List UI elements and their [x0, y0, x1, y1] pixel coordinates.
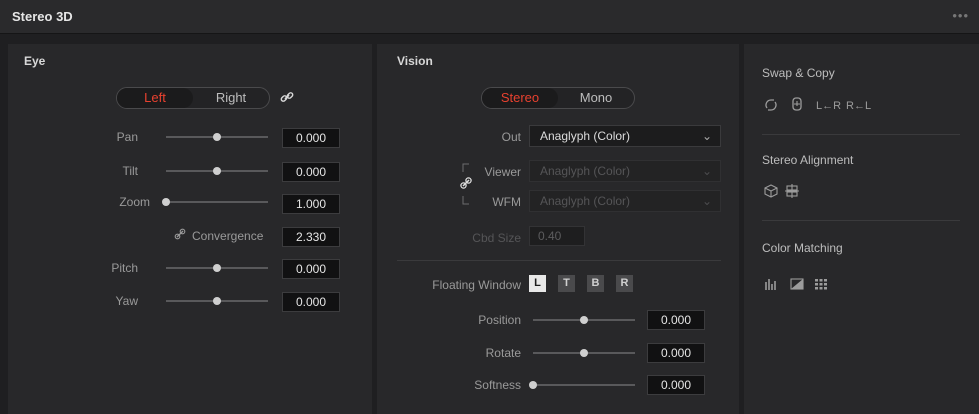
viewer-dropdown[interactable]: Anaglyph (Color) ⌄ [529, 160, 721, 182]
chevron-down-icon: ⌄ [701, 164, 712, 178]
color-match-grid-icon[interactable] [814, 278, 828, 290]
eye-toggle: Left Right [116, 87, 270, 109]
vision-section-title: Vision [397, 54, 433, 68]
position-slider-knob[interactable] [580, 316, 588, 324]
softness-slider[interactable] [529, 381, 635, 389]
eye-left-option[interactable]: Left [117, 88, 193, 108]
yaw-label: Yaw [115, 294, 138, 308]
tilt-slider[interactable] [166, 167, 268, 175]
zoom-label: Zoom [119, 195, 150, 209]
eye-panel: Eye Left Right Pan 0.000 Tilt 0.000 Zoom… [8, 44, 372, 414]
floating-window-right-button[interactable]: R [616, 275, 633, 292]
color-matching-title: Color Matching [762, 241, 843, 255]
softness-label: Softness [474, 378, 521, 392]
link-icon[interactable] [280, 90, 294, 104]
color-match-gradient-icon[interactable] [790, 278, 804, 290]
floating-window-label: Floating Window [432, 278, 521, 292]
vision-divider [397, 260, 721, 261]
auto-align-cube-icon[interactable] [764, 184, 778, 198]
tilt-label: Tilt [122, 164, 138, 178]
tilt-value-field[interactable]: 0.000 [282, 162, 340, 182]
softness-value-field[interactable]: 0.000 [647, 375, 705, 395]
pitch-slider-knob[interactable] [213, 264, 221, 272]
stereo-option[interactable]: Stereo [482, 88, 558, 108]
wfm-label: WFM [492, 195, 521, 209]
wfm-dropdown-value: Anaglyph (Color) [540, 194, 631, 208]
copy-left-to-right-button[interactable]: L←R [816, 100, 841, 112]
copy-grade-icon[interactable] [790, 97, 804, 113]
position-slider[interactable] [533, 316, 635, 324]
tilt-slider-knob[interactable] [213, 167, 221, 175]
floating-window-left-button[interactable]: L [529, 275, 546, 292]
pan-slider[interactable] [166, 133, 268, 141]
vision-panel: Vision Stereo Mono Out Anaglyph (Color) … [377, 44, 739, 414]
eye-section-title: Eye [24, 54, 46, 68]
vision-toggle: Stereo Mono [481, 87, 635, 109]
panel-title: Stereo 3D [12, 9, 73, 24]
cbd-size-value-field[interactable]: 0.40 [529, 226, 585, 246]
cbd-size-label: Cbd Size [472, 231, 521, 245]
wfm-dropdown[interactable]: Anaglyph (Color) ⌄ [529, 190, 721, 212]
yaw-slider-knob[interactable] [213, 297, 221, 305]
convergence-label: Convergence [192, 229, 264, 243]
rotate-slider-knob[interactable] [580, 349, 588, 357]
rotate-value-field[interactable]: 0.000 [647, 343, 705, 363]
rotate-label: Rotate [485, 346, 521, 360]
pan-label: Pan [116, 130, 138, 144]
floating-window-bottom-button[interactable]: B [587, 275, 604, 292]
convergence-link-icon[interactable] [174, 228, 186, 240]
right-divider-1 [762, 134, 960, 135]
copy-right-to-left-button[interactable]: R←L [846, 100, 871, 112]
floating-window-top-button[interactable]: T [558, 275, 575, 292]
floating-window-buttons: L T B R [529, 275, 649, 295]
stereo-alignment-title: Stereo Alignment [762, 153, 854, 167]
position-value-field[interactable]: 0.000 [647, 310, 705, 330]
pitch-value-field[interactable]: 0.000 [282, 259, 340, 279]
viewer-label: Viewer [484, 165, 521, 179]
rotate-slider[interactable] [533, 349, 635, 357]
chevron-down-icon: ⌄ [701, 129, 712, 143]
swap-eyes-icon[interactable] [764, 98, 778, 112]
yaw-value-field[interactable]: 0.000 [282, 292, 340, 312]
viewer-dropdown-value: Anaglyph (Color) [540, 164, 631, 178]
pitch-label: Pitch [111, 261, 138, 275]
panel-title-bar: Stereo 3D ••• [0, 0, 979, 34]
zoom-slider[interactable] [162, 198, 268, 206]
chevron-down-icon: ⌄ [701, 194, 712, 208]
right-divider-2 [762, 220, 960, 221]
eye-right-option[interactable]: Right [193, 88, 269, 108]
softness-slider-knob[interactable] [529, 381, 537, 389]
zoom-slider-knob[interactable] [162, 198, 170, 206]
position-label: Position [478, 313, 521, 327]
color-match-histogram-icon[interactable] [764, 278, 778, 290]
pitch-slider[interactable] [166, 264, 268, 272]
pan-value-field[interactable]: 0.000 [282, 128, 340, 148]
align-vertical-icon[interactable] [784, 184, 800, 198]
out-dropdown[interactable]: Anaglyph (Color) ⌄ [529, 125, 721, 147]
more-dots-icon[interactable]: ••• [952, 8, 969, 23]
out-dropdown-value: Anaglyph (Color) [540, 129, 631, 143]
convergence-value-field[interactable]: 2.330 [282, 227, 340, 247]
swap-copy-title: Swap & Copy [762, 66, 835, 80]
tools-panel: Swap & Copy L←R R←L Stereo Alignment Col… [744, 44, 979, 414]
zoom-value-field[interactable]: 1.000 [282, 194, 340, 214]
viewer-wfm-link-bracket-icon[interactable] [459, 162, 473, 206]
out-label: Out [501, 130, 521, 144]
mono-option[interactable]: Mono [558, 88, 634, 108]
yaw-slider[interactable] [166, 297, 268, 305]
pan-slider-knob[interactable] [213, 133, 221, 141]
